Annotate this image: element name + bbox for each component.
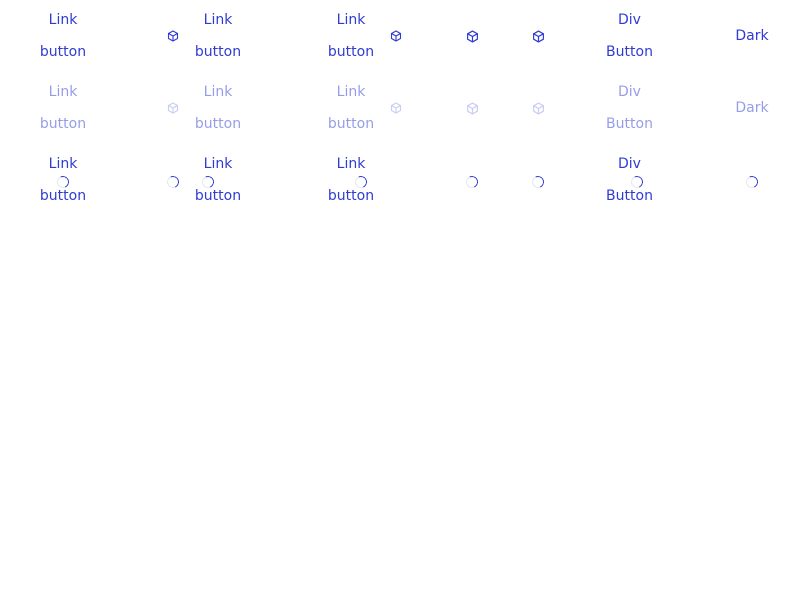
- icon-button[interactable]: [390, 0, 402, 74]
- cell-link-button: Link button: [30, 144, 96, 216]
- cell-link-button: Link button: [30, 0, 96, 72]
- cell-icon-button: [385, 0, 407, 72]
- spinner-icon: [165, 174, 181, 190]
- cell-icon-button: [461, 0, 483, 72]
- label-mask: [318, 168, 384, 175]
- link-button[interactable]: Link button: [40, 4, 86, 68]
- loading-div-button[interactable]: Div Button: [596, 144, 663, 216]
- cell-icon-button: [461, 72, 483, 144]
- row-disabled: Link button Link button Link button Div …: [0, 72, 800, 144]
- cell-link-button: Link button: [185, 0, 251, 72]
- icon-button-disabled: [390, 70, 402, 146]
- cell-link-button: Link button: [318, 0, 384, 72]
- link-button[interactable]: Link button: [195, 4, 241, 68]
- cell-link-button: Link button: [30, 72, 96, 144]
- link-button-disabled: Link button: [40, 76, 86, 140]
- loading-link-button[interactable]: Link button: [30, 144, 96, 216]
- cube-icon: [532, 29, 544, 43]
- link-button[interactable]: Link button: [328, 4, 374, 68]
- cell-icon-button: [162, 72, 184, 144]
- cell-empty: [385, 144, 407, 216]
- row-normal: Link button Link button Link button Div …: [0, 0, 800, 72]
- cell-div-button: Div Button: [596, 144, 663, 216]
- icon-button-disabled: [167, 70, 179, 146]
- link-button-loading-label: Link button: [327, 156, 375, 204]
- cube-icon: [532, 101, 544, 115]
- cell-icon-button: [527, 0, 549, 72]
- loading-icon-button[interactable]: [527, 144, 549, 216]
- loading-dark-button[interactable]: [726, 144, 778, 216]
- cell-icon-button: [162, 0, 184, 72]
- icon-button[interactable]: [466, 0, 479, 75]
- dark-button-disabled: Dark: [735, 92, 768, 124]
- row-loading: Link button Link button Link button Div …: [0, 144, 800, 216]
- spinner-icon: [530, 174, 546, 190]
- spinner-icon: [744, 174, 760, 190]
- cube-icon: [167, 30, 179, 42]
- dark-button[interactable]: Dark: [735, 20, 768, 52]
- div-button[interactable]: Div Button: [606, 4, 653, 68]
- icon-button[interactable]: [167, 0, 179, 74]
- icon-button-disabled: [466, 70, 479, 147]
- cube-icon: [390, 30, 402, 42]
- cell-icon-button: [461, 144, 483, 216]
- cell-icon-button: [162, 144, 184, 216]
- cell-link-button: Link button: [318, 72, 384, 144]
- icon-button-disabled: [532, 70, 545, 147]
- cell-div-button: Div Button: [596, 0, 663, 72]
- cell-icon-button: [527, 144, 549, 216]
- cell-link-button: Link button: [318, 144, 384, 216]
- cell-dark-button: Dark: [726, 0, 778, 72]
- link-button-loading-label: Link button: [194, 156, 242, 204]
- label-mask: [596, 168, 663, 175]
- loading-icon-button[interactable]: [461, 144, 483, 216]
- loading-link-button[interactable]: Link button: [185, 144, 251, 216]
- link-button-disabled: Link button: [328, 76, 374, 140]
- cube-icon: [167, 102, 179, 114]
- loading-icon-button[interactable]: [162, 144, 184, 216]
- cell-div-button: Div Button: [596, 72, 663, 144]
- cell-icon-button: [527, 72, 549, 144]
- cell-link-button: Link button: [185, 144, 251, 216]
- cell-dark-button: [726, 144, 778, 216]
- div-button-disabled: Div Button: [606, 84, 653, 132]
- div-button-loading-label: Div Button: [606, 156, 653, 204]
- cube-icon: [390, 102, 402, 114]
- cell-dark-button: Dark: [726, 72, 778, 144]
- label-mask: [185, 168, 251, 175]
- cell-icon-button: [385, 72, 407, 144]
- cube-icon: [466, 29, 478, 43]
- cell-link-button: Link button: [185, 72, 251, 144]
- loading-link-button[interactable]: Link button: [318, 144, 384, 216]
- label-mask: [30, 168, 96, 175]
- cube-icon: [466, 101, 478, 115]
- link-button-disabled: Link button: [195, 76, 241, 140]
- icon-button[interactable]: [532, 0, 545, 75]
- spinner-icon: [464, 174, 480, 190]
